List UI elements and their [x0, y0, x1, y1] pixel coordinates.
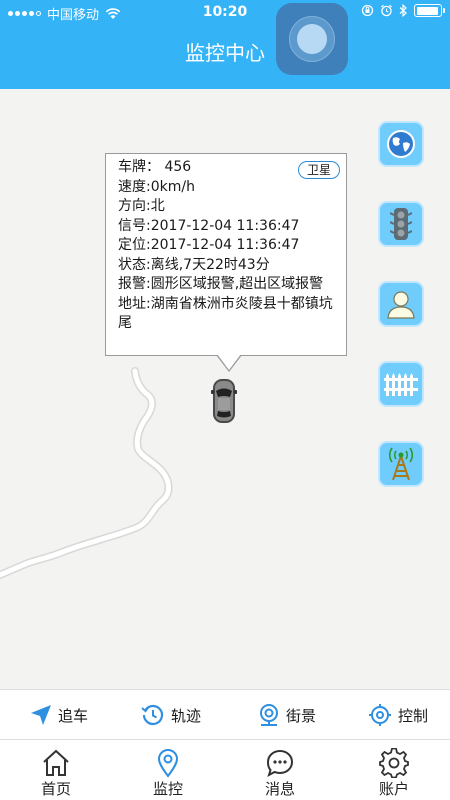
- tab-monitor-label: 监控: [152, 780, 183, 798]
- map-layer-button[interactable]: [378, 121, 424, 167]
- track-button[interactable]: 轨迹: [141, 690, 201, 740]
- home-icon: [43, 749, 69, 776]
- assistive-touch-button[interactable]: [276, 3, 348, 75]
- street-view-label: 街景: [286, 706, 317, 725]
- tab-home-label: 首页: [40, 780, 71, 798]
- target-icon: [369, 704, 391, 726]
- alarm-row: 报警:圆形区域报警,超出区域报警: [118, 276, 324, 292]
- tab-account-label: 账户: [378, 780, 409, 798]
- control-label: 控制: [398, 706, 429, 725]
- signal-button[interactable]: [378, 441, 424, 487]
- navigation-arrow-icon: [31, 705, 51, 725]
- speed-row: 速度:0km/h: [118, 178, 195, 195]
- satellite-toggle-button[interactable]: 卫星: [297, 161, 340, 179]
- direction-row: 方向:北: [118, 198, 165, 214]
- fence-icon: [384, 373, 418, 396]
- location-pin-icon: [157, 749, 179, 778]
- control-button[interactable]: 控制: [368, 690, 428, 740]
- tab-home[interactable]: 首页: [0, 740, 112, 800]
- battery-icon: [414, 4, 445, 17]
- track-label: 轨迹: [171, 706, 202, 725]
- alarm-icon: [381, 4, 392, 17]
- camera-icon: [260, 704, 278, 726]
- status-row: 状态:离线,7天22时43分: [118, 256, 270, 273]
- signal-time-row: 信号:2017-12-04 11:36:47: [118, 217, 300, 234]
- person-icon: [387, 291, 415, 319]
- header-bar: 中国移动 10:20 监控中心: [0, 0, 450, 89]
- tab-account[interactable]: 账户: [338, 740, 450, 800]
- signal-tower-icon: [388, 447, 414, 481]
- address-row: 地址:湖南省株洲市炎陵县十都镇坑尾: [118, 295, 333, 332]
- tab-message[interactable]: 消息: [224, 740, 336, 800]
- driver-info-button[interactable]: [378, 281, 424, 327]
- tab-bar: 首页 监控 消息 账户: [0, 740, 450, 800]
- orientation-lock-icon: [361, 4, 374, 17]
- history-icon: [141, 704, 164, 726]
- geofence-button[interactable]: [378, 361, 424, 407]
- traffic-button[interactable]: [378, 201, 424, 247]
- tab-monitor[interactable]: 监控: [112, 740, 224, 800]
- action-bar: 追车 轨迹 街景 控制: [0, 689, 450, 740]
- traffic-light-icon: [390, 208, 412, 240]
- chase-car-button[interactable]: 追车: [30, 690, 88, 740]
- chat-bubble-icon: [266, 749, 294, 778]
- status-bar: 中国移动 10:20: [0, 0, 450, 24]
- chase-car-label: 追车: [58, 706, 89, 725]
- page-title: 监控中心: [185, 41, 265, 65]
- location-time-row: 定位:2017-12-04 11:36:47: [118, 237, 300, 253]
- globe-icon: [387, 130, 415, 158]
- car-marker-icon[interactable]: [211, 378, 237, 424]
- popup-pointer: [217, 354, 241, 370]
- vehicle-info-popup: 车牌： 456 速度:0km/h 方向:北 信号:2017-12-04 11:3…: [105, 153, 347, 356]
- street-view-button[interactable]: 街景: [258, 690, 316, 740]
- bluetooth-icon: [399, 4, 407, 17]
- gear-icon: [379, 748, 409, 778]
- tab-message-label: 消息: [264, 780, 295, 798]
